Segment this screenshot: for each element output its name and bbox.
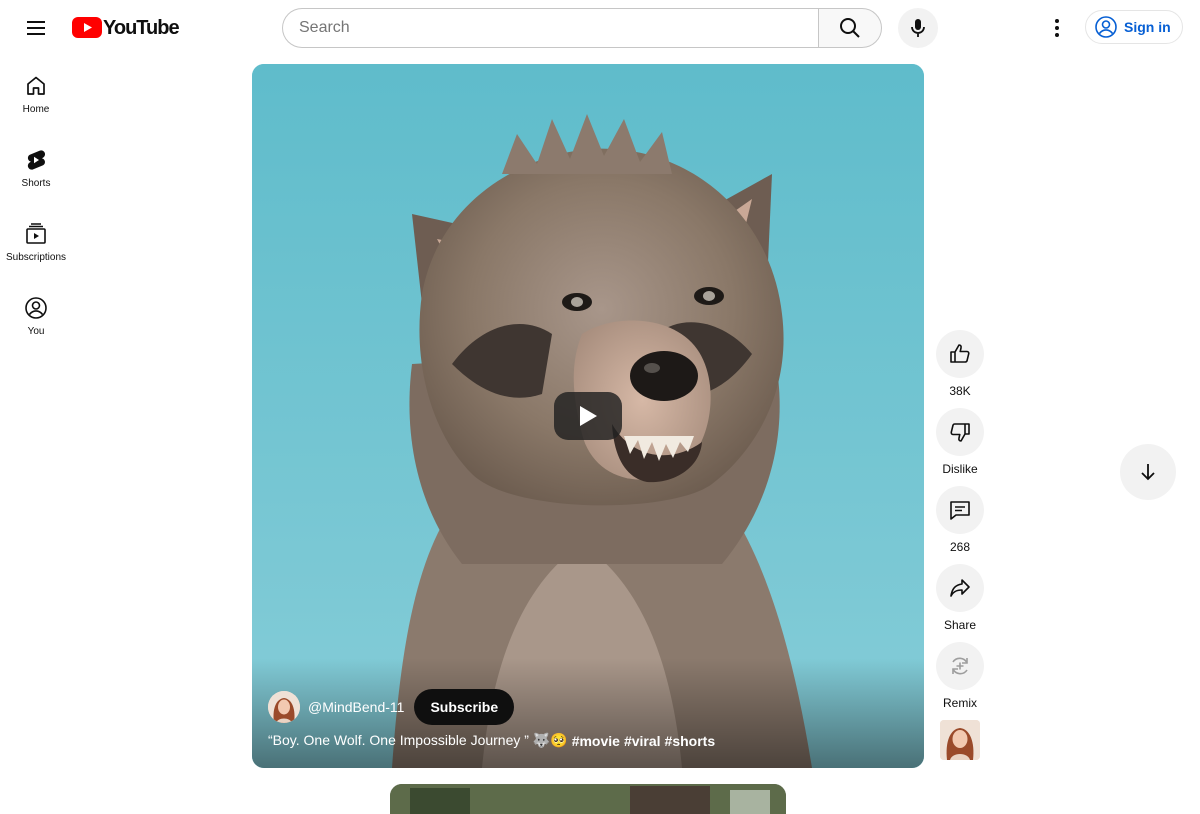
sign-in-label: Sign in — [1124, 19, 1171, 35]
voice-search-button[interactable] — [898, 8, 938, 48]
like-button[interactable] — [936, 330, 984, 378]
avatar-portrait-icon — [268, 691, 300, 723]
hashtag-link[interactable]: #shorts — [665, 733, 716, 749]
sidebar-item-label: You — [27, 326, 45, 337]
sign-in-button[interactable]: Sign in — [1085, 10, 1183, 44]
hashtag-link[interactable]: #movie — [572, 733, 620, 749]
youtube-play-logo-icon — [72, 17, 102, 38]
comment-count: 268 — [949, 540, 971, 554]
sidebar-item-label: Subscriptions — [5, 252, 67, 263]
next-short-thumbnail — [390, 784, 786, 814]
comments-action: 268 — [936, 486, 984, 554]
channel-info: @MindBend-11 Subscribe — [268, 689, 515, 725]
account-circle-icon — [1095, 16, 1117, 38]
sidebar-item-shorts[interactable]: Shorts — [4, 138, 68, 212]
next-short-button[interactable] — [1120, 444, 1176, 500]
arrow-down-icon — [1141, 464, 1155, 481]
channel-thumbnail-button[interactable] — [940, 720, 980, 760]
shorts-video-player[interactable]: @MindBend-11 Subscribe “Boy. One Wolf. O… — [252, 64, 924, 768]
channel-avatar[interactable] — [268, 691, 300, 723]
youtube-logo-text: YouTube — [103, 16, 180, 39]
thumbs-down-icon — [950, 423, 970, 442]
remix-button[interactable] — [936, 642, 984, 690]
sidebar-item-you[interactable]: You — [4, 286, 68, 360]
share-label: Share — [943, 618, 977, 632]
thumbs-up-icon — [950, 344, 970, 363]
hashtag-link[interactable]: #viral — [624, 733, 661, 749]
short-title-text: “Boy. One Wolf. One Impossible Journey ”… — [268, 732, 568, 748]
play-button[interactable] — [554, 392, 622, 440]
like-count: 38K — [949, 384, 971, 398]
share-action: Share — [936, 564, 984, 632]
settings-more-button[interactable] — [1037, 8, 1077, 48]
sidebar-item-subscriptions[interactable]: Subscriptions — [4, 212, 68, 286]
dislike-label: Dislike — [942, 462, 978, 476]
play-icon — [580, 406, 597, 426]
microphone-icon — [911, 19, 925, 37]
channel-name[interactable]: @MindBend-11 — [308, 699, 404, 715]
search-bar — [282, 8, 882, 48]
comment-icon — [950, 501, 970, 520]
hamburger-menu-icon — [27, 21, 45, 35]
sidebar-item-label: Home — [22, 104, 50, 115]
share-button[interactable] — [936, 564, 984, 612]
sidebar-item-home[interactable]: Home — [4, 64, 68, 138]
you-icon — [25, 297, 47, 319]
search-icon — [840, 18, 860, 38]
remix-action: Remix — [936, 642, 984, 710]
like-action: 38K — [936, 330, 984, 398]
sidebar-item-label: Shorts — [21, 178, 51, 189]
avatar-portrait-icon — [940, 720, 980, 760]
subscribe-button[interactable]: Subscribe — [414, 689, 515, 725]
short-title[interactable]: “Boy. One Wolf. One Impossible Journey ”… — [268, 732, 715, 749]
remix-icon — [952, 657, 968, 675]
search-button[interactable] — [818, 8, 882, 48]
share-icon — [950, 579, 970, 597]
next-short-preview[interactable] — [390, 784, 786, 814]
comments-button[interactable] — [936, 486, 984, 534]
top-bar: YouTube Sign in — [0, 0, 1200, 56]
dislike-action: Dislike — [936, 408, 984, 476]
youtube-logo[interactable]: YouTube — [72, 16, 180, 39]
remix-label: Remix — [942, 696, 977, 710]
home-icon — [27, 76, 45, 95]
search-input[interactable] — [282, 8, 818, 48]
more-vertical-icon — [1055, 19, 1059, 37]
shorts-icon — [27, 150, 46, 170]
guide-menu-button[interactable] — [16, 8, 56, 48]
subscriptions-icon — [26, 223, 46, 244]
dislike-button[interactable] — [936, 408, 984, 456]
